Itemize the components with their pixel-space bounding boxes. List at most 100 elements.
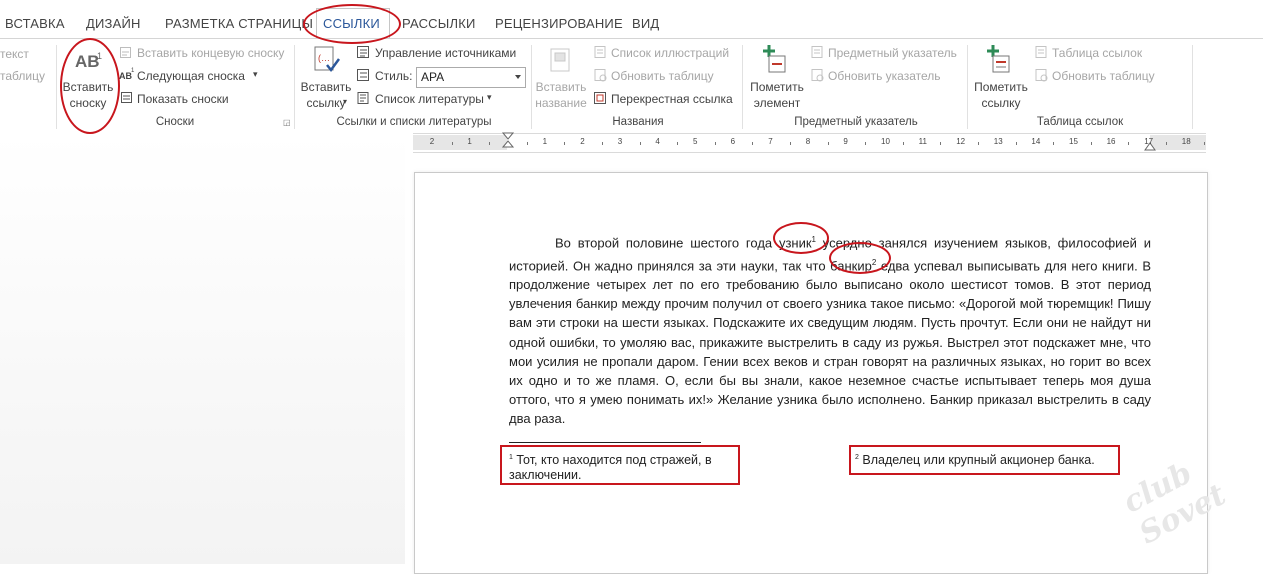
ruler-tick — [714, 142, 716, 145]
ruler-number: 5 — [693, 137, 698, 146]
tab-mailings[interactable]: РАССЫЛКИ — [402, 16, 476, 31]
ruler-number: 12 — [956, 137, 966, 146]
update-index-button[interactable]: Обновить указатель — [828, 69, 941, 83]
ruler-tick — [564, 142, 566, 145]
mark-citation-button[interactable]: Пометить ссылку — [970, 43, 1032, 113]
ruler-number: 15 — [1069, 137, 1078, 146]
citation-style-select[interactable]: APA — [416, 67, 526, 88]
ruler-tick — [526, 142, 528, 145]
body-text-part: едва успевал выписывать для него книги. … — [509, 257, 1151, 427]
mark-citation-icon — [970, 43, 1032, 79]
footnote-2[interactable]: 2 Владелец или крупный акционер банка. — [855, 450, 1125, 468]
ruler-tick — [677, 142, 679, 145]
ruler-tick — [827, 142, 829, 145]
workspace-background — [0, 132, 405, 564]
manage-sources-icon — [356, 45, 370, 59]
ruler-tick — [1090, 142, 1092, 145]
group-label-captions: Названия — [612, 116, 664, 128]
bibliography-dropdown-icon[interactable]: ▾ — [487, 92, 492, 103]
tab-design[interactable]: ДИЗАЙН — [86, 16, 141, 31]
insert-index-button[interactable]: Предметный указатель — [828, 46, 957, 60]
show-notes-button[interactable]: Показать сноски — [137, 92, 229, 106]
group-separator — [56, 45, 57, 129]
ruler-number: 10 — [881, 137, 890, 146]
footnotes-dialog-launcher-icon[interactable]: ◲ — [283, 118, 291, 127]
insert-citation-icon: (… — [298, 43, 354, 79]
ribbon: текст таблицу AB 1 Вставить сноску Встав… — [0, 38, 1263, 133]
ruler-number: 2 — [580, 137, 585, 146]
ruler-tick — [1203, 142, 1205, 145]
horizontal-ruler[interactable]: 2 1 1 2 3 4 5 6 7 8 9 10 11 12 13 14 15 16 17 18 — [413, 132, 1206, 153]
insert-toa-button[interactable]: Таблица ссылок — [1052, 46, 1142, 60]
document-workspace: 2 1 1 2 3 4 5 6 7 8 9 10 11 12 13 14 15 16 17 18 Во второй … — [0, 132, 1263, 574]
next-footnote-button[interactable]: Следующая сноска — [137, 69, 245, 83]
group-label-toa: Таблица ссылок — [1036, 116, 1124, 128]
ruler-tick — [902, 142, 904, 145]
toc-add-text[interactable]: текст — [0, 47, 29, 61]
show-notes-icon — [120, 91, 133, 104]
manage-sources-button[interactable]: Управление источниками — [375, 46, 516, 60]
insert-toa-icon — [1034, 45, 1048, 59]
update-toa-button[interactable]: Обновить таблицу — [1052, 69, 1155, 83]
ruler-left-margin — [413, 135, 507, 150]
style-label: Стиль: — [375, 69, 413, 83]
tab-page-layout[interactable]: РАЗМЕТКА СТРАНИЦЫ — [165, 16, 313, 31]
next-footnote-dropdown-icon[interactable]: ▾ — [253, 69, 258, 80]
footnote-1[interactable]: 1 Тот, кто находится под стражей, в закл… — [509, 450, 739, 483]
ruler-tick — [639, 142, 641, 145]
group-label-index: Предметный указатель — [794, 116, 918, 128]
next-footnote-icon: AB 1 — [119, 68, 135, 81]
tab-references[interactable]: ССЫЛКИ — [323, 16, 380, 31]
insert-endnote-button[interactable]: Вставить концевую сноску — [137, 46, 284, 60]
tab-view[interactable]: ВИД — [632, 16, 659, 31]
bibliography-button[interactable]: Список литературы — [375, 92, 484, 106]
body-text-part: Во второй половине шестого года — [555, 235, 779, 251]
insert-caption-label: Вставить название — [535, 80, 587, 110]
ruler-tick — [940, 142, 942, 145]
ruler-tick — [451, 142, 453, 145]
mark-entry-button[interactable]: Пометить элемент — [746, 43, 808, 113]
group-separator — [294, 45, 295, 129]
insert-footnote-button[interactable]: AB 1 Вставить сноску — [60, 45, 116, 113]
footnoted-word-prisoner[interactable]: узник — [779, 235, 812, 250]
tab-review[interactable]: РЕЦЕНЗИРОВАНИЕ — [495, 16, 623, 31]
ruler-number: 8 — [805, 137, 811, 146]
insert-caption-button[interactable]: Вставить название — [534, 43, 588, 113]
ruler-number: 16 — [1106, 137, 1116, 146]
ruler-number: 11 — [918, 137, 927, 146]
ribbon-tab-bar: ВСТАВКА ДИЗАЙН РАЗМЕТКА СТРАНИЦЫ ССЫЛКИ … — [0, 0, 1263, 41]
ruler-number: 3 — [617, 137, 623, 146]
ruler-number: 1 — [467, 137, 472, 146]
mark-citation-label: Пометить ссылку — [974, 80, 1028, 110]
toc-update-table[interactable]: таблицу — [0, 69, 45, 83]
indent-marker-icon[interactable] — [502, 132, 514, 152]
citation-style-value: APA — [421, 70, 445, 84]
insert-index-icon — [810, 45, 824, 59]
cross-reference-button[interactable]: Перекрестная ссылка — [611, 92, 733, 106]
group-label-footnotes: Сноски — [155, 116, 195, 128]
table-of-figures-button[interactable]: Список иллюстраций — [611, 46, 729, 60]
group-separator — [1192, 45, 1193, 129]
insert-citation-dropdown-icon[interactable]: ▾ — [343, 97, 347, 106]
ruler-number: 13 — [993, 137, 1003, 146]
ruler-tick — [790, 142, 791, 145]
chevron-down-icon — [515, 75, 521, 79]
table-of-figures-icon — [593, 45, 607, 59]
ruler-tick — [1128, 142, 1130, 145]
footnote-2-text: Владелец или крупный акционер банка. — [858, 453, 1095, 468]
ruler-number: 18 — [1181, 137, 1191, 146]
update-figures-table-button[interactable]: Обновить таблицу — [611, 69, 714, 83]
ruler-tick — [1015, 142, 1017, 145]
footnoted-word-banker[interactable]: банкир — [830, 258, 872, 273]
insert-caption-icon — [534, 43, 588, 79]
mark-entry-icon — [746, 43, 808, 79]
update-toa-icon — [1034, 68, 1048, 82]
ruler-tick — [1166, 142, 1167, 145]
ruler-number: 14 — [1031, 137, 1041, 146]
tab-insert[interactable]: ВСТАВКА — [5, 16, 65, 31]
document-page[interactable]: Во второй половине шестого года узник1 у… — [414, 172, 1208, 574]
ruler-number: 9 — [843, 137, 848, 146]
document-body-text[interactable]: Во второй половине шестого года узник1 у… — [509, 230, 1151, 429]
ruler-number: 1 — [542, 137, 548, 146]
group-label-citations: Ссылки и списки литературы — [336, 116, 492, 128]
